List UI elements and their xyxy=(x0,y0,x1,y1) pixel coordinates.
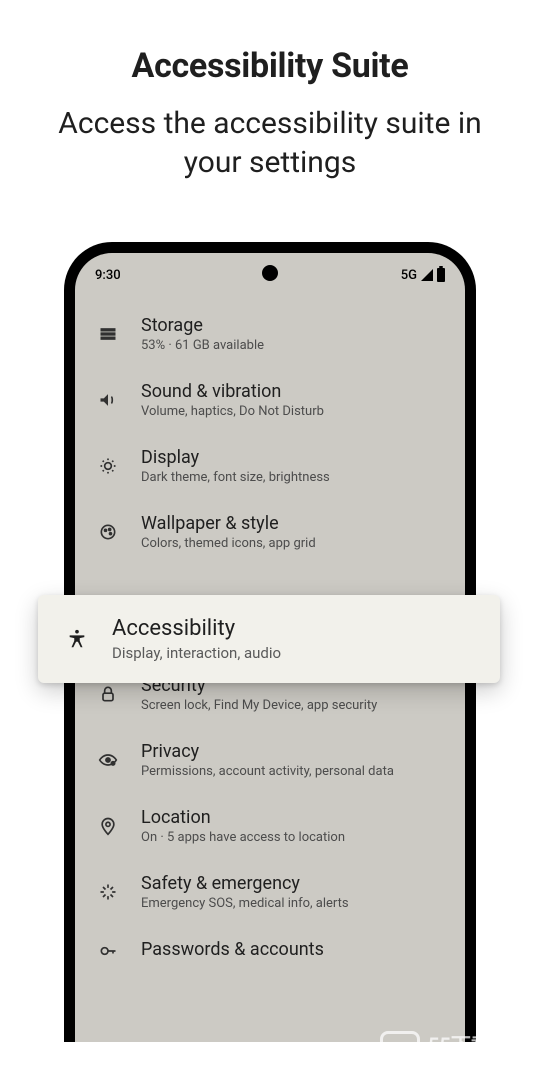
battery-icon xyxy=(437,268,445,282)
settings-item-privacy[interactable]: Privacy Permissions, account activity, p… xyxy=(75,727,465,793)
status-network: 5G xyxy=(401,268,417,283)
settings-item-title: Sound & vibration xyxy=(141,381,324,402)
settings-item-sound[interactable]: Sound & vibration Volume, haptics, Do No… xyxy=(75,367,465,433)
settings-item-passwords[interactable]: Passwords & accounts xyxy=(75,925,465,976)
signal-icon xyxy=(421,269,433,281)
settings-item-sub: Colors, themed icons, app grid xyxy=(141,536,316,551)
safety-icon xyxy=(95,882,121,902)
camera-cutout-icon xyxy=(262,265,278,281)
wallpaper-icon xyxy=(95,522,121,542)
hero-title: Accessibility Suite xyxy=(28,46,512,86)
phone-stage: 9:30 5G Storage 53% · 61 GB available xyxy=(0,242,540,1042)
settings-item-title: Wallpaper & style xyxy=(141,513,316,534)
privacy-icon xyxy=(95,750,121,770)
settings-item-title: Passwords & accounts xyxy=(141,939,324,960)
settings-item-title: Storage xyxy=(141,315,264,336)
status-time: 9:30 xyxy=(95,268,121,283)
settings-item-sub: 53% · 61 GB available xyxy=(141,338,264,353)
security-icon xyxy=(95,684,121,704)
settings-item-accessibility[interactable]: Accessibility Display, interaction, audi… xyxy=(38,595,500,683)
location-icon xyxy=(95,816,121,836)
watermark: 55下载 RR55.COM xyxy=(370,1022,540,1080)
sound-icon xyxy=(95,390,121,410)
settings-item-title: Privacy xyxy=(141,741,394,762)
settings-item-sub: On · 5 apps have access to location xyxy=(141,830,345,845)
settings-item-title: Safety & emergency xyxy=(141,873,349,894)
watermark-line2: RR55.COM xyxy=(428,1055,491,1068)
settings-item-title: Location xyxy=(141,807,345,828)
settings-item-wallpaper[interactable]: Wallpaper & style Colors, themed icons, … xyxy=(75,499,465,565)
settings-item-sub: Dark theme, font size, brightness xyxy=(141,470,330,485)
settings-item-sub: Display, interaction, audio xyxy=(112,644,281,662)
storage-icon xyxy=(95,324,121,344)
status-right: 5G xyxy=(401,268,445,283)
settings-item-storage[interactable]: Storage 53% · 61 GB available xyxy=(75,301,465,367)
settings-item-display[interactable]: Display Dark theme, font size, brightnes… xyxy=(75,433,465,499)
settings-item-sub: Permissions, account activity, personal … xyxy=(141,764,394,779)
watermark-line1: 55下载 xyxy=(428,1035,491,1055)
settings-item-safety[interactable]: Safety & emergency Emergency SOS, medica… xyxy=(75,859,465,925)
settings-item-sub: Emergency SOS, medical info, alerts xyxy=(141,896,349,911)
accessibility-icon xyxy=(64,628,90,650)
display-icon xyxy=(95,456,121,476)
passwords-icon xyxy=(95,941,121,961)
settings-item-location[interactable]: Location On · 5 apps have access to loca… xyxy=(75,793,465,859)
watermark-download-icon xyxy=(380,1031,420,1071)
settings-item-title: Display xyxy=(141,447,330,468)
hero: Accessibility Suite Access the accessibi… xyxy=(0,0,540,182)
settings-item-sub: Volume, haptics, Do Not Disturb xyxy=(141,404,324,419)
settings-item-sub: Screen lock, Find My Device, app securit… xyxy=(141,698,377,713)
hero-subtitle: Access the accessibility suite in your s… xyxy=(28,104,512,182)
settings-item-title: Accessibility xyxy=(112,616,281,641)
